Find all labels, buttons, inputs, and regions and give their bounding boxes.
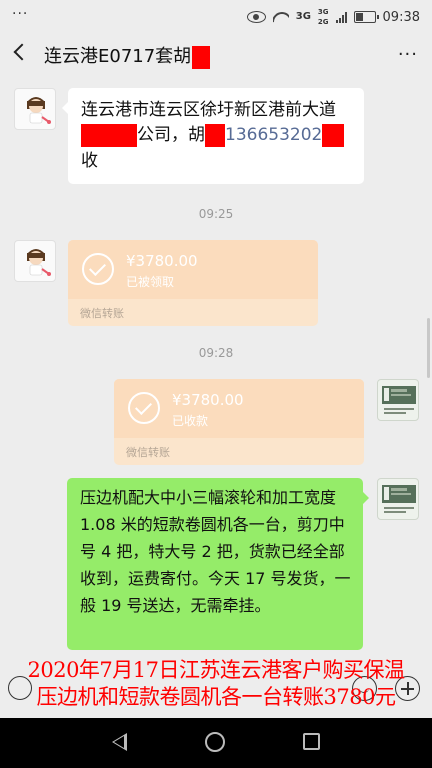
caption-line-2: 压边机和短款卷圆机各一台转账3780元 [36, 685, 396, 709]
status-time: 09:38 [382, 9, 420, 25]
contact-avatar[interactable] [14, 88, 56, 130]
redaction-block [205, 123, 225, 147]
scrollbar[interactable] [427, 318, 430, 378]
timestamp: 09:25 [198, 207, 234, 221]
signal-icon [335, 11, 347, 23]
notification-dots: ··· [12, 6, 29, 22]
more-options-icon[interactable]: ··· [398, 44, 418, 65]
nav-recents-icon[interactable] [303, 733, 320, 750]
nav-back-icon[interactable] [112, 733, 127, 751]
address-line-1: 连云港市连云区徐圩新区港前大道 [81, 100, 336, 120]
self-avatar[interactable] [377, 478, 419, 520]
transfer-card-top: ¥3780.00 已收款 [114, 379, 364, 438]
redaction-block [322, 123, 345, 147]
nav-home-icon[interactable] [205, 732, 225, 752]
transfer-card-received[interactable]: ¥3780.00 已被领取 微信转账 [68, 240, 318, 326]
battery-icon [353, 11, 379, 23]
eye-icon [246, 11, 266, 23]
chat-title-text: 连云港E0717套胡 [44, 46, 192, 67]
redaction-block [81, 123, 137, 147]
system-nav-bar [0, 718, 432, 768]
network-sub-2g: 2G [317, 18, 329, 26]
transfer-footer: 微信转账 [80, 307, 124, 320]
phone-link[interactable]: 136653202 [225, 125, 322, 145]
chat-header: 连云港E0717套胡 ··· [0, 30, 432, 80]
status-bar: ··· 3G 3G 2G 09:38 [0, 0, 432, 30]
overlay-caption: 2020年7月17日江苏连云港客户购买保温 压边机和短款卷圆机各一台转账3780… [0, 657, 432, 711]
cartoon-girl-icon [27, 249, 51, 276]
network-3g-label: 3G [295, 11, 311, 22]
wifi-icon [273, 11, 289, 23]
transfer-amount: ¥3780.00 [172, 391, 244, 409]
machine-photo-icon [382, 485, 416, 513]
cartoon-girl-icon [27, 97, 51, 124]
redaction-block [192, 45, 211, 69]
check-circle-icon [128, 392, 160, 424]
caption-line-1: 2020年7月17日江苏连云港客户购买保温 [27, 658, 405, 682]
transfer-status: 已被领取 [126, 275, 175, 289]
company-suffix: 公司，胡 [137, 125, 205, 145]
machine-photo-icon [382, 386, 416, 414]
chat-title: 连云港E0717套胡 [44, 42, 211, 69]
transfer-footer: 微信转账 [126, 446, 170, 459]
network-sub-3g: 3G [317, 8, 329, 16]
order-message-text: 压边机配大中小三幅滚轮和加工宽度 1.08 米的短款卷圆机各一台，剪刀中号 4 … [80, 488, 351, 615]
network-secondary: 3G 2G [318, 7, 329, 27]
back-arrow-icon[interactable] [13, 43, 31, 61]
transfer-status: 已收款 [172, 414, 209, 428]
check-circle-icon [82, 253, 114, 285]
transfer-amount: ¥3780.00 [126, 252, 198, 270]
address-line-2: 公司，胡 136653202 [81, 123, 345, 148]
status-icons: 3G 3G 2G 09:38 [246, 7, 420, 27]
transfer-card-sent[interactable]: ¥3780.00 已收款 微信转账 [114, 379, 364, 465]
address-line-3: 收 [81, 151, 98, 171]
self-avatar[interactable] [377, 379, 419, 421]
timestamp: 09:28 [198, 346, 234, 360]
message-address-bubble[interactable]: 连云港市连云区徐圩新区港前大道 公司，胡 136653202 收 [62, 88, 364, 184]
message-order-bubble[interactable]: 压边机配大中小三幅滚轮和加工宽度 1.08 米的短款卷圆机各一台，剪刀中号 4 … [67, 478, 369, 650]
contact-avatar[interactable] [14, 240, 56, 282]
transfer-card-top: ¥3780.00 已被领取 [68, 240, 318, 299]
